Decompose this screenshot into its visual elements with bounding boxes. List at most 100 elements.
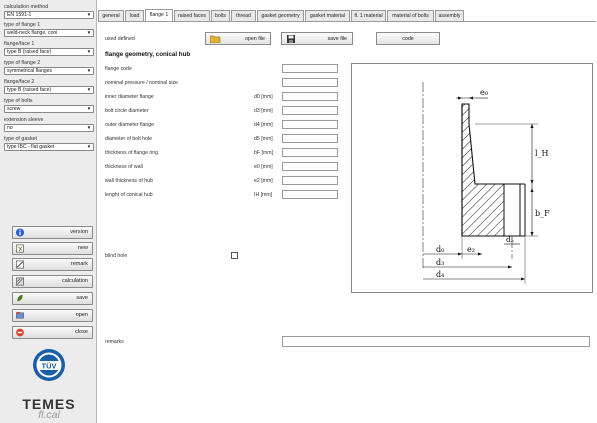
- gasket-type-select[interactable]: type IBC - flat gasket ▼: [4, 143, 94, 151]
- open-button[interactable]: open: [12, 309, 93, 322]
- extension-sleeve-select[interactable]: no ▼: [4, 124, 94, 132]
- open-file-button[interactable]: open file: [205, 32, 271, 45]
- save-leaf-icon: [17, 294, 23, 302]
- tab-material-of-bolts[interactable]: material of bolts: [387, 10, 434, 21]
- flangeface2-select[interactable]: type B (raised face) ▼: [4, 86, 94, 94]
- tab-load[interactable]: load: [125, 10, 144, 21]
- flangeface2-label: flange/face 2: [4, 79, 35, 85]
- bolt-hole-diameter-input[interactable]: [282, 134, 338, 143]
- new-button[interactable]: new: [12, 242, 93, 255]
- remark-button-label: remark: [70, 261, 88, 267]
- dropdown-arrow-icon: ▼: [86, 12, 92, 17]
- tab-thread[interactable]: thread: [231, 10, 256, 21]
- new-document-icon: [16, 244, 24, 253]
- field-label: thickness of wall: [105, 164, 143, 170]
- dropdown-arrow-icon: ▼: [86, 30, 92, 35]
- bf-dimension-label: b_F: [535, 209, 550, 218]
- field-symbol: e2 [mm]: [254, 178, 273, 184]
- version-button-label: version: [70, 229, 88, 235]
- calculator-icon: [16, 277, 24, 286]
- field-label: diameter of bolt hole: [105, 136, 153, 142]
- extension-sleeve-value: no: [7, 125, 13, 131]
- d5-dimension-label: d₅: [506, 235, 514, 244]
- field-label: nominal pressure / nominal size: [105, 80, 178, 86]
- flange-ring-thickness-input[interactable]: [282, 148, 338, 157]
- sidebar: calculation method EN 1591-1 ▼ type of f…: [0, 0, 97, 423]
- conical-hub-length-input[interactable]: [282, 190, 338, 199]
- dropdown-arrow-icon: ▼: [86, 68, 92, 73]
- field-symbol: e0 [mm]: [254, 164, 273, 170]
- tab-flange-1[interactable]: flange 1: [145, 9, 173, 21]
- tab-gasket-geometry[interactable]: gasket geometry: [257, 10, 304, 21]
- e2-dimension-label: e₂: [467, 245, 475, 254]
- dropdown-arrow-icon: ▼: [86, 106, 92, 111]
- flange-drawing: e₀ l_H b_F d₅ d₀ e₂ d₃ d₄: [351, 63, 593, 293]
- save-button[interactable]: save: [12, 292, 93, 305]
- nominal-pressure-input[interactable]: [282, 78, 338, 87]
- save-file-label: save file: [327, 36, 347, 42]
- save-button-label: save: [76, 295, 88, 301]
- d0-dimension-label: d₀: [436, 245, 444, 254]
- outer-diameter-input[interactable]: [282, 120, 338, 129]
- flange-cross-section-diagram: e₀ l_H b_F d₅ d₀ e₂ d₃ d₄: [422, 82, 550, 284]
- field-label: thickness of flange ring: [105, 150, 159, 156]
- calculation-method-select[interactable]: EN 1591-1 ▼: [4, 11, 94, 19]
- blind-hole-checkbox[interactable]: [231, 252, 238, 259]
- bolt-circle-diameter-input[interactable]: [282, 106, 338, 115]
- save-file-button[interactable]: save file: [281, 32, 353, 45]
- flange1-type-value: weld-neck flange, coni: [7, 30, 58, 36]
- field-label: flange code: [105, 66, 132, 72]
- field-symbol: d0 [mm]: [254, 94, 273, 100]
- bolts-type-value: screw: [7, 106, 21, 112]
- new-button-label: new: [77, 245, 88, 251]
- remarks-label: remarks: [105, 339, 124, 345]
- remarks-input[interactable]: [282, 336, 590, 347]
- dropdown-arrow-icon: ▼: [86, 87, 92, 92]
- svg-text:TÜV: TÜV: [42, 362, 57, 371]
- flange1-type-label: type of flange 1: [4, 22, 41, 28]
- field-symbol: IH [mm]: [254, 192, 273, 198]
- flange2-type-select[interactable]: symmetrical flanges ▼: [4, 67, 94, 75]
- tuv-logo: TÜV: [33, 349, 65, 381]
- flange2-type-label: type of flange 2: [4, 60, 41, 66]
- tab-raised-faces[interactable]: raised faces: [174, 10, 210, 21]
- lh-dimension-label: l_H: [535, 149, 549, 158]
- code-button-label: code: [402, 36, 414, 42]
- tab-bolts[interactable]: bolts: [211, 10, 230, 21]
- close-button[interactable]: close: [12, 326, 93, 339]
- close-button-label: close: [75, 329, 88, 335]
- inner-diameter-input[interactable]: [282, 92, 338, 101]
- calculation-button[interactable]: calculation: [12, 275, 93, 288]
- remark-button[interactable]: remark: [12, 258, 93, 271]
- gasket-type-value: type IBC - flat gasket: [7, 144, 55, 150]
- field-label: lenght of conical hub: [105, 192, 153, 198]
- field-symbol: bF [mm]: [254, 150, 274, 156]
- dropdown-arrow-icon: ▼: [86, 49, 92, 54]
- hub-wall-thickness-input[interactable]: [282, 176, 338, 185]
- flangeface1-label: flange/face 1: [4, 41, 35, 47]
- flange-code-input[interactable]: [282, 64, 338, 73]
- calculation-button-label: calculation: [62, 278, 88, 284]
- floppy-disk-icon: [287, 35, 295, 43]
- flange1-type-select[interactable]: weld-neck flange, coni ▼: [4, 29, 94, 37]
- flangeface1-value: type B (raised face): [7, 49, 52, 55]
- dropdown-arrow-icon: ▼: [86, 125, 92, 130]
- field-label: bolt circle diameter: [105, 108, 149, 114]
- bolts-type-label: type of bolts: [4, 98, 33, 104]
- tab-fl1-material[interactable]: fl. 1 material: [351, 10, 386, 21]
- field-symbol: d3 [mm]: [254, 108, 273, 114]
- version-button[interactable]: version: [12, 226, 93, 239]
- flangeface1-select[interactable]: type B (raised face) ▼: [4, 48, 94, 56]
- wall-thickness-input[interactable]: [282, 162, 338, 171]
- bolts-type-select[interactable]: screw ▼: [4, 105, 94, 113]
- flange-1-panel: used defined open file save file code fl…: [98, 21, 596, 421]
- d4-dimension-label: d₄: [436, 270, 444, 279]
- blind-hole-label: blind hole: [105, 253, 128, 259]
- code-button[interactable]: code: [376, 32, 440, 45]
- dropdown-arrow-icon: ▼: [86, 144, 92, 149]
- tab-assembly[interactable]: assembly: [435, 10, 464, 21]
- calculation-method-label: calculation method: [4, 4, 49, 10]
- tab-gasket-material[interactable]: gasket material: [305, 10, 350, 21]
- tab-general[interactable]: general: [98, 10, 124, 21]
- remark-pencil-icon: [16, 260, 24, 269]
